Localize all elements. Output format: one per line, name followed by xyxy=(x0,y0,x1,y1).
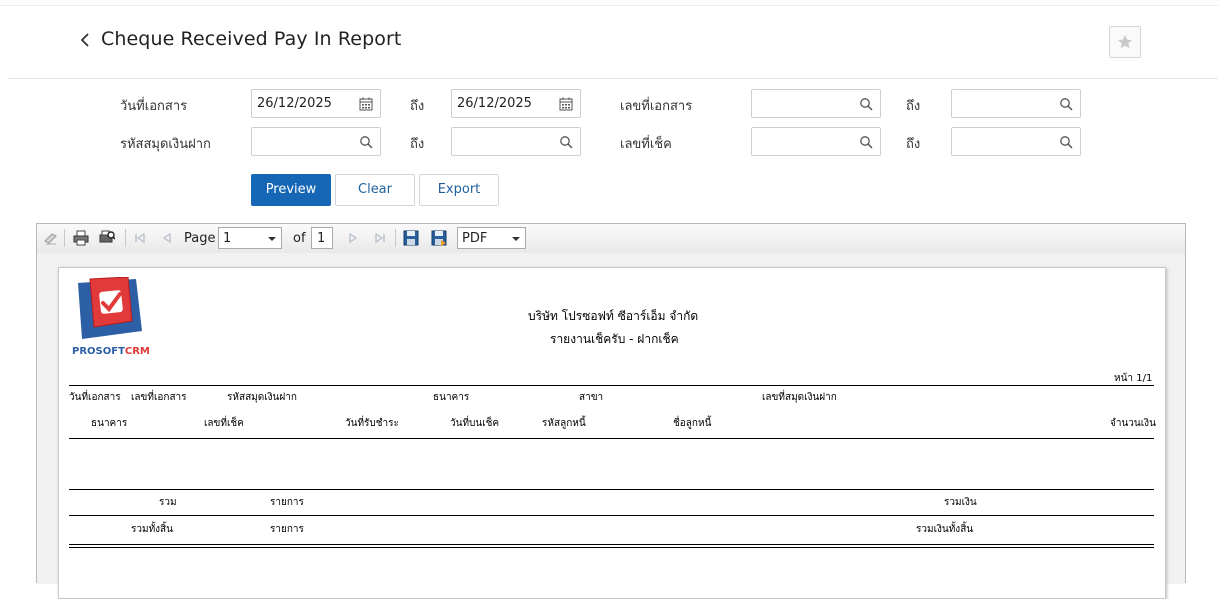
search-icon[interactable] xyxy=(1059,135,1073,149)
report-rule xyxy=(69,547,1154,548)
page-select[interactable]: 1 xyxy=(218,227,282,249)
report-title: รายงานเช็ครับ - ฝากเช็ค xyxy=(550,332,679,346)
print-preview-icon[interactable] xyxy=(99,230,115,246)
company-logo: PROSOFTCRM xyxy=(72,276,150,361)
col-debtor-name: ชื่อลูกหนี้ xyxy=(673,418,712,429)
report-company: บริษัท โปรซอฟท์ ซีอาร์เอ็ม จำกัด xyxy=(528,309,699,323)
report-rule xyxy=(69,489,1154,490)
report-page: PROSOFTCRM บริษัท โปรซอฟท์ ซีอาร์เอ็ม จำ… xyxy=(58,267,1166,599)
col-doc-no: เลขที่เอกสาร xyxy=(131,392,187,403)
export-button[interactable]: Export xyxy=(419,174,499,206)
col-cheque-bank: ธนาคาร xyxy=(91,418,128,429)
report-rule xyxy=(69,385,1154,386)
search-icon[interactable] xyxy=(559,135,573,149)
dropdown-caret-icon xyxy=(268,237,276,241)
sum-items-label: รายการ xyxy=(270,497,304,508)
deposit-book-from-field[interactable] xyxy=(251,127,381,156)
sum-amount-label: รวมเงิน xyxy=(944,497,977,508)
export-save-icon[interactable] xyxy=(431,230,447,246)
col-cheque-no: เลขที่เช็ค xyxy=(204,418,244,429)
print-icon[interactable] xyxy=(73,230,89,246)
col-debtor-code: รหัสลูกหนี้ xyxy=(542,418,586,429)
doc-date-from-field[interactable]: 26/12/2025 xyxy=(251,89,381,118)
doc-date-to-value: 26/12/2025 xyxy=(457,96,532,111)
report-rule xyxy=(69,515,1154,516)
doc-no-to-field[interactable] xyxy=(951,89,1081,118)
toolbar-separator xyxy=(125,229,126,247)
total-pages-box: 1 xyxy=(311,227,333,249)
of-label: of xyxy=(293,231,306,246)
search-icon[interactable] xyxy=(359,135,373,149)
report-canvas: PROSOFTCRM บริษัท โปรซอฟท์ ซีอาร์เอ็ม จำ… xyxy=(37,253,1185,599)
search-icon[interactable] xyxy=(859,135,873,149)
favorite-button[interactable] xyxy=(1109,26,1141,58)
first-page-icon[interactable] xyxy=(132,230,148,246)
star-icon xyxy=(1118,35,1132,49)
next-page-icon[interactable] xyxy=(345,230,361,246)
export-format-value: PDF xyxy=(462,231,488,246)
col-branch: สาขา xyxy=(579,392,604,403)
report-toolbar: Page 1 of 1 PDF xyxy=(37,224,1185,254)
toolbar-separator xyxy=(64,229,65,247)
deposit-book-to-field[interactable] xyxy=(451,127,581,156)
clear-button[interactable]: Clear xyxy=(335,174,415,206)
page-title: Cheque Received Pay In Report xyxy=(101,28,402,50)
col-deposit-book: รหัสสมุดเงินฝาก xyxy=(227,392,297,403)
preview-button[interactable]: Preview xyxy=(251,174,331,206)
previous-page-icon[interactable] xyxy=(159,230,175,246)
last-page-icon[interactable] xyxy=(372,230,388,246)
doc-no-to-label: ถึง xyxy=(906,99,921,114)
header-divider xyxy=(8,78,1218,79)
dropdown-caret-icon xyxy=(512,237,520,241)
grand-amount-label: รวมเงินทั้งสิ้น xyxy=(916,524,974,535)
report-viewer: Page 1 of 1 PDF PROSOFTCRM บริษัท โปรซอฟ… xyxy=(36,223,1186,599)
chevron-left-icon xyxy=(80,33,89,47)
report-rule xyxy=(69,544,1154,545)
doc-no-label: เลขที่เอกสาร xyxy=(620,99,693,114)
col-amount: จำนวนเงิน xyxy=(1110,418,1156,429)
logo-icon xyxy=(78,276,142,339)
report-rule xyxy=(69,438,1154,439)
calendar-icon[interactable] xyxy=(359,97,373,111)
deposit-book-label: รหัสสมุดเงินฝาก xyxy=(120,137,211,152)
cheque-no-from-field[interactable] xyxy=(751,127,881,156)
deposit-book-to-label: ถึง xyxy=(410,137,425,152)
page-header: Cheque Received Pay In Report xyxy=(0,6,1218,78)
col-doc-date: วันที่เอกสาร xyxy=(69,392,121,403)
cheque-no-to-label: ถึง xyxy=(906,137,921,152)
save-icon[interactable] xyxy=(403,230,419,246)
doc-date-to-field[interactable]: 26/12/2025 xyxy=(451,89,581,118)
calendar-icon[interactable] xyxy=(559,97,573,111)
doc-date-label: วันที่เอกสาร xyxy=(120,99,188,114)
search-icon[interactable] xyxy=(1059,97,1073,111)
cheque-no-label: เลขที่เช็ค xyxy=(620,137,672,152)
cheque-no-to-field[interactable] xyxy=(951,127,1081,156)
page-select-value: 1 xyxy=(223,231,232,246)
toolbar-separator xyxy=(395,229,396,247)
col-deposit-account-no: เลขที่สมุดเงินฝาก xyxy=(762,392,837,403)
page-label: Page xyxy=(184,231,216,246)
export-format-select[interactable]: PDF xyxy=(457,227,526,249)
col-receive-date: วันที่รับชำระ xyxy=(345,418,399,429)
grand-items-label: รายการ xyxy=(270,524,304,535)
doc-no-from-field[interactable] xyxy=(751,89,881,118)
grand-total-label: รวมทั้งสิ้น xyxy=(131,524,173,535)
col-cheque-date: วันที่บนเช็ค xyxy=(450,418,500,429)
col-bank: ธนาคาร xyxy=(433,392,470,403)
report-page-info: หน้า 1/1 xyxy=(1114,373,1153,384)
logo-text: PROSOFTCRM xyxy=(72,346,150,357)
doc-date-from-value: 26/12/2025 xyxy=(257,96,332,111)
search-icon[interactable] xyxy=(859,97,873,111)
total-pages: 1 xyxy=(317,231,326,246)
doc-date-to-label: ถึง xyxy=(410,99,425,114)
back-button[interactable] xyxy=(78,30,94,50)
sum-label: รวม xyxy=(159,497,177,508)
toggle-parameters-icon[interactable] xyxy=(43,230,59,246)
